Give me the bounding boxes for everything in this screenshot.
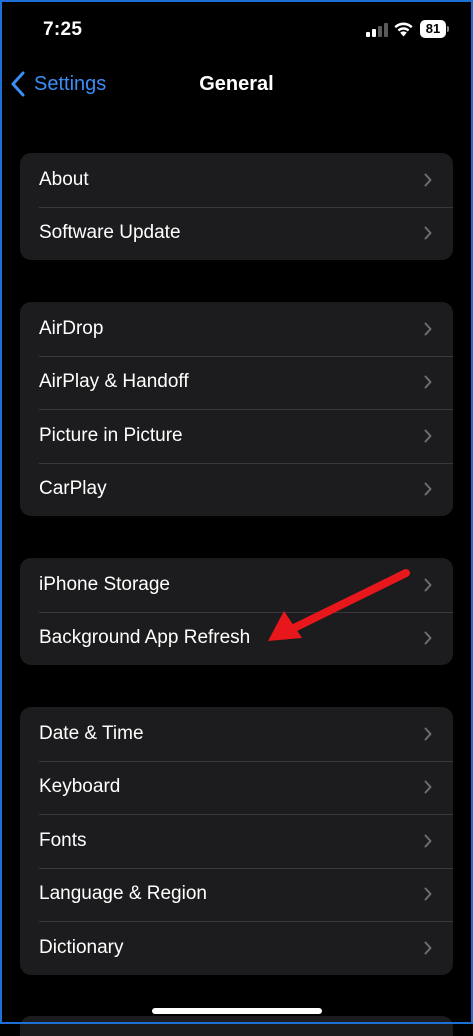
chevron-right-icon <box>424 482 432 496</box>
chevron-right-icon <box>424 226 432 240</box>
wifi-icon <box>394 22 413 37</box>
next-group-edge <box>20 1016 453 1036</box>
settings-row-airplay-handoff[interactable]: AirPlay & Handoff <box>20 355 453 410</box>
settings-group-about: About Software Update <box>20 153 453 260</box>
settings-row-picture-in-picture[interactable]: Picture in Picture <box>20 409 453 463</box>
battery-icon: 81 <box>420 20 450 38</box>
chevron-right-icon <box>424 941 432 955</box>
battery-tip <box>447 26 449 32</box>
chevron-right-icon <box>424 834 432 848</box>
settings-row-language-region[interactable]: Language & Region <box>20 867 453 922</box>
settings-row-fonts[interactable]: Fonts <box>20 814 453 868</box>
chevron-right-icon <box>424 631 432 645</box>
settings-row-dictionary[interactable]: Dictionary <box>20 921 453 975</box>
row-label: iPhone Storage <box>39 573 170 595</box>
status-time: 7:25 <box>43 19 83 40</box>
battery-level: 81 <box>420 20 446 38</box>
settings-row-airdrop[interactable]: AirDrop <box>20 302 453 356</box>
page-title: General <box>199 73 274 95</box>
chevron-right-icon <box>424 578 432 592</box>
chevron-right-icon <box>424 322 432 336</box>
chevron-right-icon <box>424 375 432 389</box>
row-label: Date & Time <box>39 722 144 744</box>
chevron-right-icon <box>424 780 432 794</box>
row-label: Fonts <box>39 829 87 851</box>
cellular-signal-icon <box>366 23 388 37</box>
row-label: Dictionary <box>39 936 124 958</box>
status-bar: 7:25 81 <box>0 0 473 60</box>
settings-group-connectivity: AirDrop AirPlay & Handoff Picture in Pic… <box>20 302 453 516</box>
chevron-right-icon <box>424 887 432 901</box>
settings-row-date-time[interactable]: Date & Time <box>20 707 453 761</box>
settings-row-keyboard[interactable]: Keyboard <box>20 760 453 815</box>
settings-row-iphone-storage[interactable]: iPhone Storage <box>20 558 453 612</box>
settings-row-carplay[interactable]: CarPlay <box>20 462 453 517</box>
settings-row-background-app-refresh[interactable]: Background App Refresh <box>20 611 453 666</box>
row-label: Software Update <box>39 222 181 244</box>
settings-group-locale: Date & Time Keyboard Fonts Language & Re… <box>20 707 453 975</box>
row-label: Background App Refresh <box>39 627 251 649</box>
row-label: CarPlay <box>39 478 107 500</box>
settings-group-storage: iPhone Storage Background App Refresh <box>20 558 453 665</box>
navigation-bar: Settings General <box>0 60 473 108</box>
chevron-right-icon <box>424 429 432 443</box>
chevron-right-icon <box>424 173 432 187</box>
row-label: AirPlay & Handoff <box>39 371 189 393</box>
home-indicator[interactable] <box>152 1008 322 1014</box>
row-label: Language & Region <box>39 883 207 905</box>
chevron-right-icon <box>424 727 432 741</box>
settings-row-about[interactable]: About <box>20 153 453 207</box>
row-label: Picture in Picture <box>39 424 183 446</box>
row-label: AirDrop <box>39 317 104 339</box>
row-label: About <box>39 168 89 190</box>
row-label: Keyboard <box>39 776 121 798</box>
settings-row-software-update[interactable]: Software Update <box>20 206 453 261</box>
